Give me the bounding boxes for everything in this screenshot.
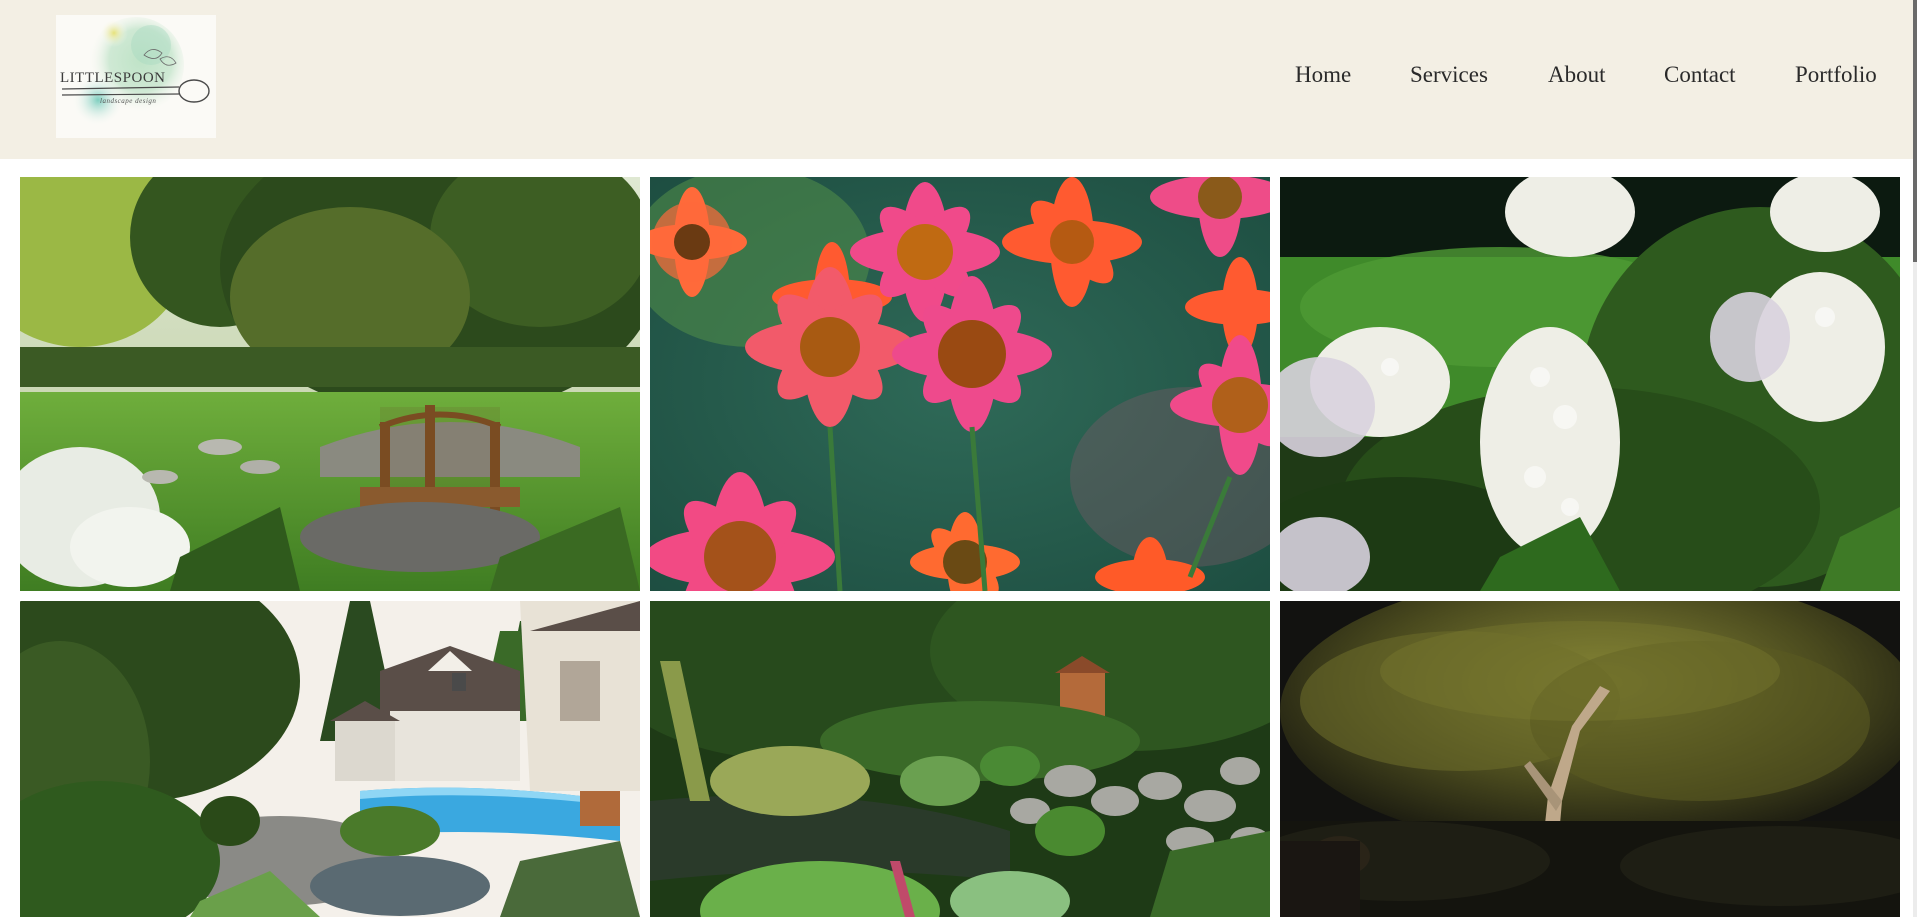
white-hydrangea-photo (1280, 177, 1900, 591)
page-scrollbar[interactable] (1913, 0, 1917, 917)
gallery-image-coneflowers[interactable] (650, 177, 1270, 591)
gallery-image-garden-bridge[interactable] (20, 177, 640, 591)
nav-about[interactable]: About (1548, 62, 1606, 88)
garden-bridge-photo (20, 177, 640, 591)
gallery-image-pond-garden[interactable] (650, 601, 1270, 917)
nav-portfolio[interactable]: Portfolio (1795, 62, 1877, 88)
night-lit-tree-photo (1280, 601, 1900, 917)
scrollbar-thumb[interactable] (1913, 0, 1917, 262)
page: LITTLESPOON landscape design Home Servic… (0, 0, 1917, 917)
gallery-image-pool-house-garden[interactable] (20, 601, 640, 917)
logo-text: LITTLESPOON (60, 70, 166, 86)
pond-garden-photo (650, 601, 1270, 917)
coneflowers-photo (650, 177, 1270, 591)
site-logo[interactable]: LITTLESPOON landscape design (56, 15, 216, 138)
site-header: LITTLESPOON landscape design Home Servic… (0, 0, 1917, 159)
gallery-image-white-hydrangea[interactable] (1280, 177, 1900, 591)
logo-tagline: landscape design (100, 97, 157, 105)
nav-home[interactable]: Home (1295, 62, 1351, 88)
nav-services[interactable]: Services (1410, 62, 1488, 88)
gallery-image-night-lit-tree[interactable] (1280, 601, 1900, 917)
nav-contact[interactable]: Contact (1664, 62, 1736, 88)
pool-house-garden-photo (20, 601, 640, 917)
